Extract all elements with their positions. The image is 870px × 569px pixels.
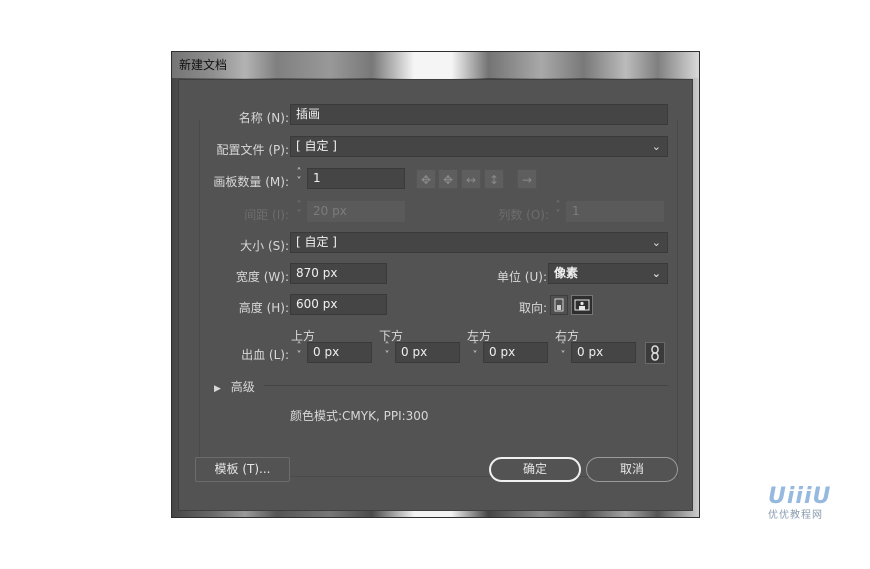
advanced-label: 高级 — [230, 380, 255, 394]
bleed-left-input[interactable]: 0 px — [483, 342, 548, 363]
right-to-left-icon[interactable]: → — [517, 169, 537, 189]
size-value: [ 自定 ] — [296, 235, 337, 249]
landscape-button[interactable] — [571, 295, 593, 315]
width-label: 宽度 (W): — [235, 270, 289, 284]
bleed-top-input[interactable]: 0 px — [307, 342, 372, 363]
columns-stepper: ˄ ˅ — [555, 200, 561, 220]
profile-label: 配置文件 (P): — [216, 143, 289, 157]
chevron-down-icon: ⌄ — [651, 140, 661, 153]
color-mode-info: 颜色模式:CMYK, PPI:300 — [290, 409, 429, 423]
name-input[interactable]: 插画 — [290, 104, 668, 125]
dialog-body: 名称 (N): 插画 配置文件 (P): [ 自定 ] ⌄ 画板数量 (M): … — [178, 79, 693, 511]
landscape-icon — [574, 299, 590, 311]
size-select[interactable]: [ 自定 ] ⌄ — [290, 232, 668, 253]
bleed-right-input[interactable]: 0 px — [571, 342, 636, 363]
watermark-caption: 优优教程网 — [768, 510, 823, 521]
arrange-row-icon[interactable]: ↔ — [461, 169, 481, 189]
portrait-icon — [554, 298, 564, 312]
orientation-label: 取向: — [518, 301, 547, 315]
bleed-bottom-stepper[interactable]: ˄ ˅ — [380, 342, 394, 363]
chain-link-icon — [651, 345, 659, 361]
height-input[interactable]: 600 px — [290, 294, 387, 315]
link-bleed-button[interactable] — [645, 342, 665, 364]
units-label: 单位 (U): — [496, 270, 547, 284]
units-value: 像素 — [554, 266, 579, 280]
advanced-toggle[interactable]: ▶ 高级 — [214, 378, 255, 395]
chevron-down-icon: ⌄ — [651, 267, 661, 280]
artboards-input[interactable]: 1 — [307, 168, 405, 189]
cancel-button[interactable]: 取消 — [586, 457, 678, 482]
width-input[interactable]: 870 px — [290, 263, 387, 284]
bleed-top-stepper[interactable]: ˄ ˅ — [292, 342, 306, 363]
artboards-stepper[interactable]: ˄ ˅ — [292, 168, 306, 189]
grid-by-column-icon[interactable]: ✥ — [438, 169, 458, 189]
size-label: 大小 (S): — [240, 239, 289, 253]
columns-input: 1 — [566, 201, 664, 222]
units-select[interactable]: 像素 ⌄ — [548, 263, 668, 284]
grid-by-row-icon[interactable]: ✥ — [416, 169, 436, 189]
height-label: 高度 (H): — [238, 301, 289, 315]
name-label: 名称 (N): — [238, 111, 289, 125]
arrange-column-icon[interactable]: ↕ — [484, 169, 504, 189]
artboards-label: 画板数量 (M): — [213, 175, 289, 189]
spacing-input: 20 px — [307, 201, 405, 222]
portrait-button[interactable] — [550, 295, 568, 315]
dialog-title: 新建文档 — [172, 52, 699, 78]
bleed-label: 出血 (L): — [241, 348, 289, 362]
triangle-right-icon: ▶ — [214, 384, 221, 394]
new-document-dialog: 新建文档 名称 (N): 插画 配置文件 (P): [ 自定 ] ⌄ 画板数量 … — [171, 51, 700, 518]
advanced-divider — [264, 385, 668, 386]
watermark: UiiiU 优优教程网 — [768, 484, 831, 521]
chevron-down-icon: ⌄ — [651, 236, 661, 249]
templates-button[interactable]: 模板 (T)... — [195, 457, 290, 482]
bleed-right-stepper[interactable]: ˄ ˅ — [556, 342, 570, 363]
bleed-bottom-input[interactable]: 0 px — [395, 342, 460, 363]
profile-select[interactable]: [ 自定 ] ⌄ — [290, 136, 668, 157]
spacing-label: 间距 (I): — [244, 208, 289, 222]
columns-label: 列数 (O): — [498, 208, 549, 222]
profile-value: [ 自定 ] — [296, 139, 337, 153]
ok-button[interactable]: 确定 — [489, 457, 581, 482]
spacing-stepper: ˄ ˅ — [296, 200, 302, 220]
bleed-left-stepper[interactable]: ˄ ˅ — [468, 342, 482, 363]
